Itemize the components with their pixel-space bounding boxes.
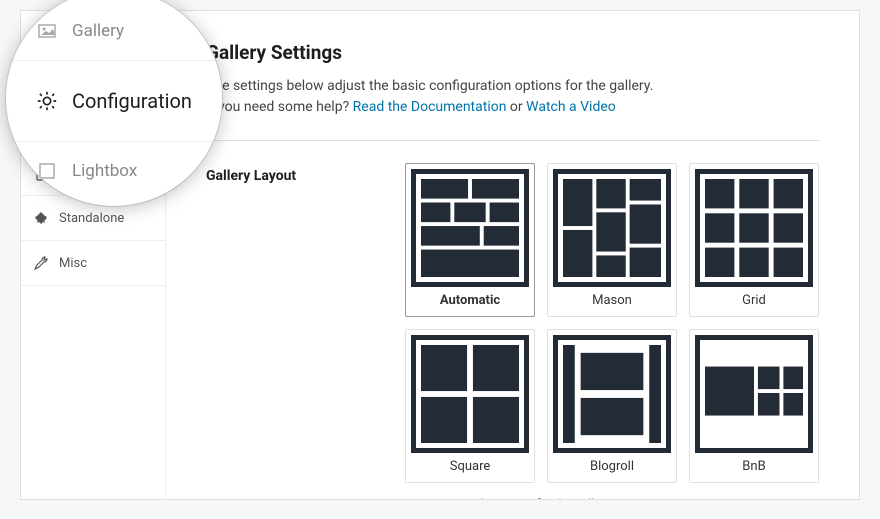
- layout-option-mason[interactable]: Mason: [547, 163, 677, 317]
- page-title: Gallery Settings: [206, 41, 819, 64]
- layout-name: Mason: [548, 293, 676, 308]
- misc-icon: [33, 255, 49, 271]
- video-link[interactable]: Watch a Video: [526, 99, 616, 115]
- layout-name: BnB: [690, 459, 818, 474]
- layout-preview-automatic: [411, 169, 529, 287]
- gear-icon: [36, 90, 58, 112]
- layout-option-square[interactable]: Square: [405, 329, 535, 483]
- divider: [206, 140, 819, 141]
- help-prefix: If you need some help?: [206, 99, 353, 115]
- zoom-sidebar-item-configuration[interactable]: Configuration: [6, 60, 222, 142]
- main-content: Gallery Settings The settings below adju…: [166, 11, 859, 499]
- sidebar-item-label: Standalone: [59, 211, 124, 226]
- layout-setting-row: Gallery Layout Automatic Mason: [206, 163, 819, 483]
- helper-text: Determines the Layout for the gallery.: [411, 497, 819, 499]
- layout-options: Automatic Mason Grid: [405, 163, 819, 483]
- zoom-label: Configuration: [72, 89, 192, 113]
- layout-preview-square: [411, 335, 529, 453]
- layout-preview-grid: [695, 169, 813, 287]
- layout-preview-bnb: [695, 335, 813, 453]
- setting-label: Gallery Layout: [206, 163, 335, 483]
- zoom-magnifier: Gallery Configuration Lightbox: [6, 0, 222, 206]
- doc-link[interactable]: Read the Documentation: [353, 99, 507, 115]
- layout-name: Grid: [690, 293, 818, 308]
- layout-option-grid[interactable]: Grid: [689, 163, 819, 317]
- sidebar-item-misc[interactable]: Misc: [21, 241, 165, 286]
- standalone-icon: [33, 210, 49, 226]
- gallery-icon: [36, 20, 58, 42]
- layout-option-bnb[interactable]: BnB: [689, 329, 819, 483]
- description: The settings below adjust the basic conf…: [206, 76, 819, 118]
- layout-name: Square: [406, 459, 534, 474]
- layout-name: Automatic: [406, 293, 534, 308]
- or-text: or: [506, 99, 526, 115]
- desc-text: The settings below adjust the basic conf…: [206, 78, 653, 94]
- layout-preview-blogroll: [553, 335, 671, 453]
- layout-option-automatic[interactable]: Automatic: [405, 163, 535, 317]
- sidebar-item-label: Misc: [59, 256, 87, 271]
- layout-option-blogroll[interactable]: Blogroll: [547, 329, 677, 483]
- layout-name: Blogroll: [548, 459, 676, 474]
- layout-preview-mason: [553, 169, 671, 287]
- zoom-label: Gallery: [72, 21, 124, 41]
- zoom-label: Lightbox: [72, 161, 137, 181]
